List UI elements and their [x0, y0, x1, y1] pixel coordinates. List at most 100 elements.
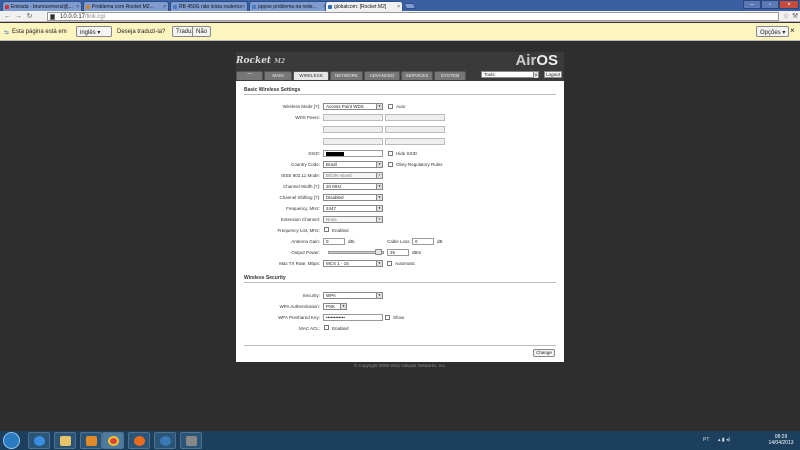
- tab-main[interactable]: MAIN: [264, 71, 292, 80]
- winbox-taskbar-icon[interactable]: [154, 432, 176, 449]
- browser-tab-gmail[interactable]: Entrada - brunocemerul@... ×: [2, 1, 82, 11]
- start-button[interactable]: [3, 432, 20, 449]
- wds-peer-5[interactable]: [323, 138, 383, 145]
- chevron-down-icon: ▼: [376, 162, 382, 167]
- ssid-label: SSID:: [308, 151, 320, 156]
- frequency-list-checkbox[interactable]: [324, 227, 329, 232]
- antenna-gain-input[interactable]: 0: [323, 238, 345, 245]
- winbox2-taskbar-icon[interactable]: [180, 432, 202, 449]
- tab-wireless[interactable]: WIRELESS: [293, 71, 329, 80]
- close-tab-icon[interactable]: ×: [163, 4, 166, 10]
- wds-peer-1[interactable]: [323, 114, 383, 121]
- automatic-checkbox[interactable]: [387, 261, 392, 266]
- wds-peer-2[interactable]: [385, 114, 445, 121]
- browser-tab-pppoe[interactable]: pppoe problema na rede...×: [249, 1, 329, 11]
- chrome-taskbar-icon[interactable]: [102, 432, 124, 449]
- app-icon: [186, 436, 197, 446]
- back-icon[interactable]: ←: [3, 12, 12, 21]
- options-button[interactable]: Opções ▾: [756, 26, 790, 37]
- ie-taskbar-icon[interactable]: [28, 432, 50, 449]
- show-key-label: Show: [393, 315, 405, 320]
- bookmark-star-icon[interactable]: ☆: [783, 12, 789, 20]
- cable-loss-input[interactable]: 0: [412, 238, 434, 245]
- wrench-icon[interactable]: ⚒: [792, 12, 798, 20]
- browser-tab-rb450g[interactable]: RB 450G não inicia routeros ×: [170, 1, 248, 11]
- media-taskbar-icon[interactable]: [80, 432, 102, 449]
- cable-loss-label: Cable Loss:: [387, 239, 411, 244]
- url-input[interactable]: 10.0.0.17/link.cgi: [47, 12, 779, 21]
- firefox-taskbar-icon[interactable]: [128, 432, 150, 449]
- ieee-mode-select[interactable]: B/G/N mixed ▼: [323, 172, 383, 179]
- chevron-down-icon: ▼: [376, 293, 382, 298]
- tab-advanced[interactable]: ADVANCED: [364, 71, 400, 80]
- new-tab-button[interactable]: [403, 3, 417, 9]
- max-tx-rate-select[interactable]: MCS 1 - 15 ▼: [323, 260, 383, 267]
- minimize-button[interactable]: –: [743, 0, 761, 9]
- wpa-auth-select[interactable]: PSK ▼: [323, 303, 347, 310]
- gmail-icon: [5, 5, 9, 9]
- output-power-slider-handle[interactable]: [374, 249, 382, 255]
- wpa-key-input[interactable]: ••••••••••••: [323, 314, 383, 321]
- wpa-key-label: WPA Preshared Key:: [278, 315, 320, 320]
- close-tab-icon[interactable]: ×: [242, 4, 245, 10]
- country-code-select[interactable]: Brazil ▼: [323, 161, 383, 168]
- chevron-down-icon: ▼: [533, 72, 538, 78]
- page-icon: [328, 5, 332, 9]
- tray-icons[interactable]: ▴ ▮ ◂): [718, 437, 730, 443]
- wds-peer-3[interactable]: [323, 126, 383, 133]
- tab-system[interactable]: SYSTEM: [434, 71, 466, 80]
- security-select[interactable]: WPA ▼: [323, 292, 383, 299]
- maximize-button[interactable]: ▫: [761, 0, 779, 9]
- close-window-button[interactable]: ×: [779, 0, 799, 9]
- chevron-down-icon: ▼: [376, 195, 382, 200]
- close-tab-icon[interactable]: ×: [397, 4, 400, 10]
- ie-icon: [34, 436, 45, 446]
- chevron-down-icon: ▼: [376, 261, 382, 266]
- channel-shifting-select[interactable]: Disabled ▼: [323, 194, 383, 201]
- media-player-icon: [86, 436, 97, 446]
- wds-peers-label: WDS Peers:: [295, 115, 320, 120]
- channel-shifting-label: Channel Shifting [?]:: [279, 195, 320, 200]
- no-button[interactable]: Não: [192, 26, 212, 37]
- show-key-checkbox[interactable]: [385, 315, 390, 320]
- language-indicator[interactable]: PT: [703, 437, 709, 443]
- extension-channel-label: Extension Channel:: [280, 217, 320, 222]
- language-select[interactable]: inglês ▾: [76, 26, 112, 37]
- tab-network[interactable]: NETWORK: [330, 71, 363, 80]
- browser-tab-rocket-problem[interactable]: Problema com Rocket M2... ×: [83, 1, 169, 11]
- mac-acl-checkbox[interactable]: [324, 325, 329, 330]
- explorer-taskbar-icon[interactable]: [54, 432, 76, 449]
- tab-ubiquiti-logo[interactable]: ⌒: [236, 71, 263, 80]
- auto-checkbox[interactable]: [388, 104, 393, 109]
- obey-rules-checkbox[interactable]: [388, 162, 393, 167]
- reload-icon[interactable]: ↻: [25, 12, 34, 21]
- chrome-icon: [108, 436, 119, 446]
- mac-acl-label: MAC ACL:: [298, 326, 320, 331]
- change-button[interactable]: Change: [533, 349, 555, 357]
- wds-peer-6[interactable]: [385, 138, 445, 145]
- translate-question: Deseja traduzi-la?: [117, 29, 166, 35]
- chevron-down-icon: ▼: [376, 184, 382, 189]
- clock[interactable]: 08:29 14/04/2013: [766, 434, 796, 446]
- forward-icon[interactable]: →: [14, 12, 23, 21]
- rocket-logo: Rocket M2: [236, 56, 286, 66]
- chevron-down-icon: ▼: [376, 206, 382, 211]
- ssid-input[interactable]: [323, 150, 383, 157]
- wireless-mode-select[interactable]: Access Point WDS ▼: [323, 103, 383, 110]
- page-icon: [50, 14, 55, 20]
- translate-prefix: Esta página está em: [12, 29, 67, 35]
- tab-services[interactable]: SERVICES: [401, 71, 433, 80]
- chevron-down-icon: ▼: [376, 173, 382, 178]
- wds-peer-4[interactable]: [385, 126, 445, 133]
- frequency-select[interactable]: 2447 ▼: [323, 205, 383, 212]
- close-bar-icon[interactable]: ×: [790, 26, 795, 35]
- channel-width-select[interactable]: 20 MHz ▼: [323, 183, 383, 190]
- hide-ssid-checkbox[interactable]: [388, 151, 393, 156]
- tools-select[interactable]: Tools: ▼: [481, 71, 539, 78]
- output-power-input[interactable]: 26: [387, 249, 409, 256]
- logout-button[interactable]: Logout: [544, 71, 562, 78]
- extension-channel-select[interactable]: None ▼: [323, 216, 383, 223]
- antenna-gain-label: Antenna Gain:: [291, 239, 320, 244]
- browser-tab-globalcom[interactable]: globalcom: [Rocket M2] ×: [325, 1, 403, 11]
- close-tab-icon[interactable]: ×: [76, 4, 79, 10]
